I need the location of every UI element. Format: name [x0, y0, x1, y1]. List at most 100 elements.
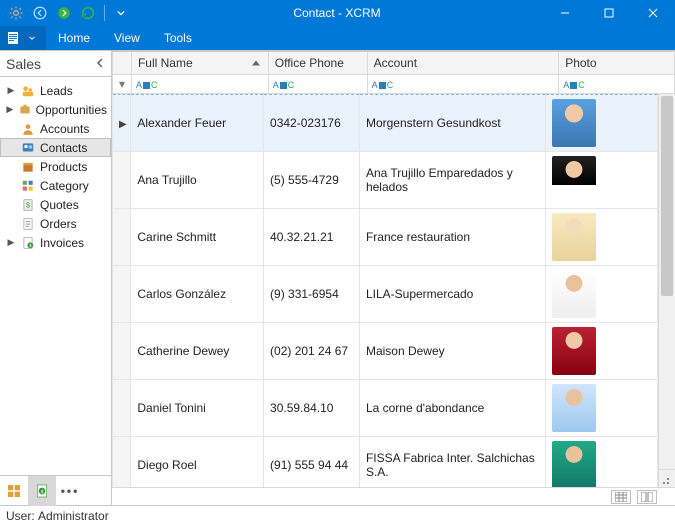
resize-grip-icon[interactable] [658, 469, 675, 487]
column-header-photo[interactable]: Photo [559, 52, 675, 75]
column-header-account[interactable]: Account [367, 52, 559, 75]
sidebar-item-leads[interactable]: ▶ Leads [0, 81, 111, 100]
table-row[interactable]: Carlos González(9) 331-6954LILA-Supermer… [113, 266, 658, 323]
forward-icon[interactable] [54, 3, 74, 23]
cell-photo[interactable] [545, 95, 657, 152]
close-button[interactable] [631, 0, 675, 26]
filter-account[interactable]: AC [367, 75, 559, 94]
ribbon: Home View Tools [0, 26, 675, 50]
contacts-table: Full Name Office Phone Account Photo ▾ A… [112, 51, 675, 94]
svg-text:$: $ [26, 202, 30, 209]
filter-photo[interactable]: AC [559, 75, 675, 94]
table-row[interactable]: Ana Trujillo(5) 555-4729Ana Trujillo Emp… [113, 152, 658, 209]
cell-account[interactable]: LILA-Supermercado [359, 266, 545, 323]
tab-view[interactable]: View [102, 26, 152, 50]
settings-icon[interactable] [6, 3, 26, 23]
row-indicator[interactable]: ▶ [113, 95, 131, 152]
cell-officephone[interactable]: 30.59.84.10 [264, 380, 360, 437]
row-indicator[interactable] [113, 152, 131, 209]
cell-photo[interactable] [545, 266, 657, 323]
qat-customize-icon[interactable] [111, 3, 131, 23]
cell-account[interactable]: La corne d'abondance [359, 380, 545, 437]
cell-account[interactable]: Morgenstern Gesundkost [359, 95, 545, 152]
expand-icon[interactable]: ▶ [6, 85, 16, 96]
table-row[interactable]: ▶Alexander Feuer0342-023176Morgenstern G… [113, 95, 658, 152]
sidebar-item-orders[interactable]: Orders [0, 214, 111, 233]
cell-photo[interactable] [545, 209, 657, 266]
table-row[interactable]: Diego Roel(91) 555 94 44FISSA Fabrica In… [113, 437, 658, 488]
table-row[interactable]: Daniel Tonini30.59.84.10La corne d'abond… [113, 380, 658, 437]
cell-officephone[interactable]: 0342-023176 [264, 95, 360, 152]
cell-account[interactable]: FISSA Fabrica Inter. Salchichas S.A. [359, 437, 545, 488]
row-indicator[interactable] [113, 266, 131, 323]
view-cards-icon[interactable] [637, 490, 657, 504]
sidebar-item-category[interactable]: Category [0, 176, 111, 195]
cell-account[interactable]: France restauration [359, 209, 545, 266]
cell-fullname[interactable]: Carlos González [131, 266, 264, 323]
row-indicator-header[interactable] [113, 52, 132, 75]
cell-officephone[interactable]: (02) 201 24 67 [264, 323, 360, 380]
cell-photo[interactable] [545, 152, 657, 209]
category-icon [20, 178, 36, 194]
back-icon[interactable] [30, 3, 50, 23]
cell-fullname[interactable]: Carine Schmitt [131, 209, 264, 266]
quotes-icon: $ [20, 197, 36, 213]
cell-fullname[interactable]: Ana Trujillo [131, 152, 264, 209]
nav-overflow[interactable]: ••• [56, 476, 84, 506]
cell-officephone[interactable]: (5) 555-4729 [264, 152, 360, 209]
expand-icon[interactable]: ▶ [6, 104, 14, 115]
row-indicator[interactable] [113, 437, 131, 488]
file-menu-button[interactable] [0, 26, 46, 50]
filter-row-indicator[interactable]: ▾ [113, 75, 132, 94]
column-header-fullname[interactable]: Full Name [131, 52, 268, 75]
maximize-button[interactable] [587, 0, 631, 26]
cell-fullname[interactable]: Catherine Dewey [131, 323, 264, 380]
cell-account[interactable]: Maison Dewey [359, 323, 545, 380]
view-grid-icon[interactable] [611, 490, 631, 504]
sidebar-item-accounts[interactable]: Accounts [0, 119, 111, 138]
sidebar-header[interactable]: Sales [0, 51, 111, 77]
nav-module-2[interactable]: $ [28, 476, 56, 506]
column-header-officephone[interactable]: Office Phone [268, 52, 367, 75]
row-indicator[interactable] [113, 209, 131, 266]
table-row[interactable]: Catherine Dewey(02) 201 24 67Maison Dewe… [113, 323, 658, 380]
row-indicator[interactable] [113, 323, 131, 380]
sidebar-item-label: Quotes [40, 198, 79, 212]
filter-fullname[interactable]: AC [131, 75, 268, 94]
filter-officephone[interactable]: AC [268, 75, 367, 94]
svg-text:$: $ [41, 489, 44, 494]
scrollbar-thumb[interactable] [661, 96, 673, 296]
vertical-scrollbar[interactable] [658, 94, 675, 487]
cell-fullname[interactable]: Diego Roel [131, 437, 264, 488]
sidebar-item-invoices[interactable]: ▶ $ Invoices [0, 233, 111, 252]
status-user-name: Administrator [38, 509, 109, 523]
minimize-button[interactable] [543, 0, 587, 26]
avatar [552, 99, 596, 147]
cell-officephone[interactable]: (9) 331-6954 [264, 266, 360, 323]
tab-home[interactable]: Home [46, 26, 102, 50]
sidebar-item-label: Contacts [40, 141, 87, 155]
cell-account[interactable]: Ana Trujillo Emparedados y helados [359, 152, 545, 209]
cell-fullname[interactable]: Alexander Feuer [131, 95, 264, 152]
sidebar-item-label: Orders [40, 217, 77, 231]
cell-photo[interactable] [545, 380, 657, 437]
sidebar-item-quotes[interactable]: $ Quotes [0, 195, 111, 214]
status-bar: User: Administrator [0, 505, 675, 525]
nav-module-1[interactable] [0, 476, 28, 506]
cell-officephone[interactable]: 40.32.21.21 [264, 209, 360, 266]
cell-officephone[interactable]: (91) 555 94 44 [264, 437, 360, 488]
cell-photo[interactable] [545, 323, 657, 380]
status-user-label: User: [6, 509, 35, 523]
sidebar-item-opportunities[interactable]: ▶ Opportunities [0, 100, 111, 119]
expand-icon[interactable]: ▶ [6, 237, 16, 248]
cell-fullname[interactable]: Daniel Tonini [131, 380, 264, 437]
sidebar-bottom: $ ••• [0, 475, 111, 505]
tab-tools[interactable]: Tools [152, 26, 204, 50]
refresh-icon[interactable] [78, 3, 98, 23]
cell-photo[interactable] [545, 437, 657, 488]
column-header-row: Full Name Office Phone Account Photo [113, 52, 675, 75]
row-indicator[interactable] [113, 380, 131, 437]
sidebar-item-products[interactable]: Products [0, 157, 111, 176]
table-row[interactable]: Carine Schmitt40.32.21.21France restaura… [113, 209, 658, 266]
sidebar-item-contacts[interactable]: Contacts [0, 138, 111, 157]
